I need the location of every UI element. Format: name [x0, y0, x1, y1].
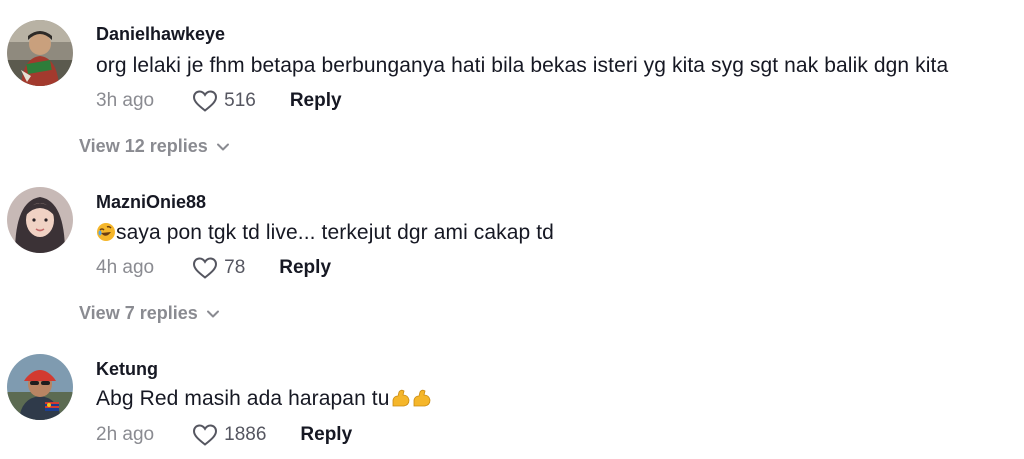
comment-text: org lelaki je fhm betapa berbunganya hat…	[96, 54, 949, 77]
avatar[interactable]	[7, 187, 73, 253]
heart-icon	[192, 256, 218, 280]
laughing-emoji-icon	[96, 222, 116, 248]
comment-timestamp: 2h ago	[96, 424, 155, 445]
comment-timestamp: 4h ago	[96, 257, 155, 278]
comment-timestamp: 3h ago	[96, 90, 155, 111]
chevron-down-icon	[216, 143, 229, 150]
like-button[interactable]: 78	[192, 256, 245, 280]
like-button[interactable]: 1886	[192, 423, 266, 447]
view-replies-label: View 7 replies	[79, 303, 198, 323]
view-replies-button[interactable]: View 7 replies	[79, 303, 220, 324]
comment-username[interactable]: Danielhawkeye	[96, 24, 225, 45]
heart-icon	[192, 423, 218, 447]
reply-button[interactable]: Reply	[290, 90, 342, 112]
view-replies-button[interactable]: View 12 replies	[79, 136, 230, 157]
avatar-image	[7, 354, 73, 420]
like-button[interactable]: 516	[192, 89, 256, 113]
like-count: 78	[224, 257, 246, 278]
like-count: 1886	[224, 424, 267, 445]
comment-item: Danielhawkeye org lelaki je fhm betapa b…	[0, 0, 1024, 170]
comment-username[interactable]: Ketung	[96, 359, 158, 380]
avatar[interactable]	[7, 354, 73, 420]
comment-meta: 2h ago 1886 Reply	[96, 420, 352, 450]
avatar-image	[7, 187, 73, 253]
avatar-image	[7, 20, 73, 86]
avatar[interactable]	[7, 20, 73, 86]
comment-item: MazniOnie88 saya pon tgk td live... terk…	[0, 170, 1024, 340]
heart-icon	[192, 89, 218, 113]
comment-meta: 3h ago 516 Reply	[96, 86, 342, 116]
view-replies-label: View 12 replies	[79, 136, 208, 156]
comment-text: saya pon tgk td live... terkejut dgr ami…	[116, 221, 554, 244]
comment-meta: 4h ago 78 Reply	[96, 253, 331, 283]
comment-text-row: Abg Red masih ada harapan tu	[96, 387, 432, 414]
comment-item: Ketung Abg Red masih ada harapan tu 2h a…	[0, 340, 1024, 459]
comment-username[interactable]: MazniOnie88	[96, 192, 206, 213]
comment-text-row: saya pon tgk td live... terkejut dgr ami…	[96, 221, 554, 248]
comment-text: Abg Red masih ada harapan tu	[96, 387, 390, 410]
chevron-down-icon	[206, 310, 219, 317]
like-count: 516	[224, 90, 256, 111]
flexed-biceps-icon	[390, 388, 432, 414]
reply-button[interactable]: Reply	[279, 257, 331, 279]
reply-button[interactable]: Reply	[300, 424, 352, 446]
